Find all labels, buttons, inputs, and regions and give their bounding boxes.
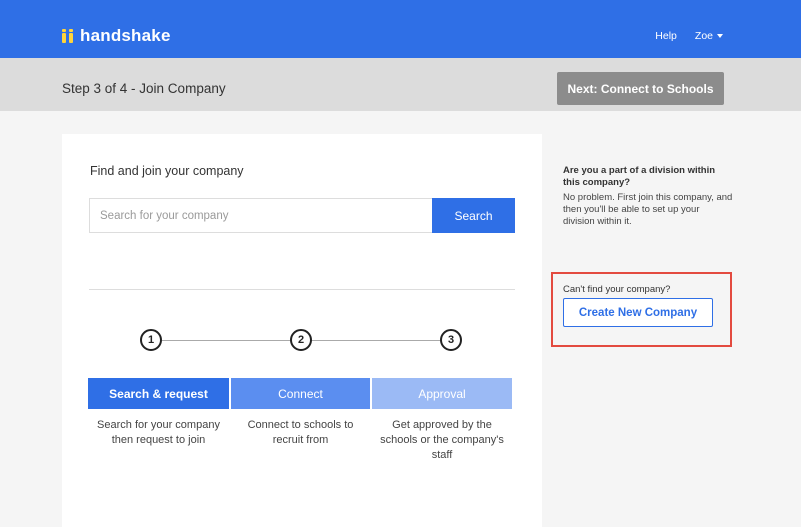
step-title: Step 3 of 4 - Join Company [62, 81, 226, 96]
step-3-circle: 3 [440, 329, 462, 351]
handshake-logo[interactable]: handshake [62, 26, 171, 46]
chevron-down-icon [717, 34, 723, 39]
nav-right: Help Zoe [655, 30, 723, 42]
user-name: Zoe [694, 30, 713, 42]
top-navbar: handshake Help Zoe [0, 0, 801, 58]
cant-find-label: Can't find your company? [563, 284, 671, 295]
search-button[interactable]: Search [432, 198, 515, 233]
step-2-circle: 2 [290, 329, 312, 351]
next-connect-schools-button[interactable]: Next: Connect to Schools [557, 72, 724, 105]
find-company-label: Find and join your company [90, 164, 244, 178]
division-answer: No problem. First join this company, and… [563, 192, 733, 227]
help-link[interactable]: Help [655, 30, 677, 42]
step-search-request-tab[interactable]: Search & request [88, 378, 229, 409]
divider [89, 289, 515, 290]
division-question: Are you a part of a division within this… [563, 165, 716, 188]
step-3-description: Get approved by the schools or the compa… [380, 419, 504, 461]
step-approval-tab[interactable]: Approval [372, 378, 512, 409]
user-menu[interactable]: Zoe [695, 30, 723, 42]
step-1-circle: 1 [140, 329, 162, 351]
step-bar: Step 3 of 4 - Join Company Next: Connect… [0, 58, 801, 111]
brand-name: handshake [80, 26, 171, 45]
handshake-logo-icon [62, 29, 76, 43]
join-company-card: Find and join your company Search 1 2 3 … [62, 134, 542, 527]
step-1-description: Search for your company then request to … [97, 419, 220, 446]
step-2-description: Connect to schools to recruit from [247, 419, 354, 446]
create-new-company-button[interactable]: Create New Company [563, 298, 713, 327]
step-connect-tab[interactable]: Connect [231, 378, 370, 409]
division-help: Are you a part of a division within this… [563, 165, 733, 228]
company-search-input[interactable] [89, 198, 432, 233]
